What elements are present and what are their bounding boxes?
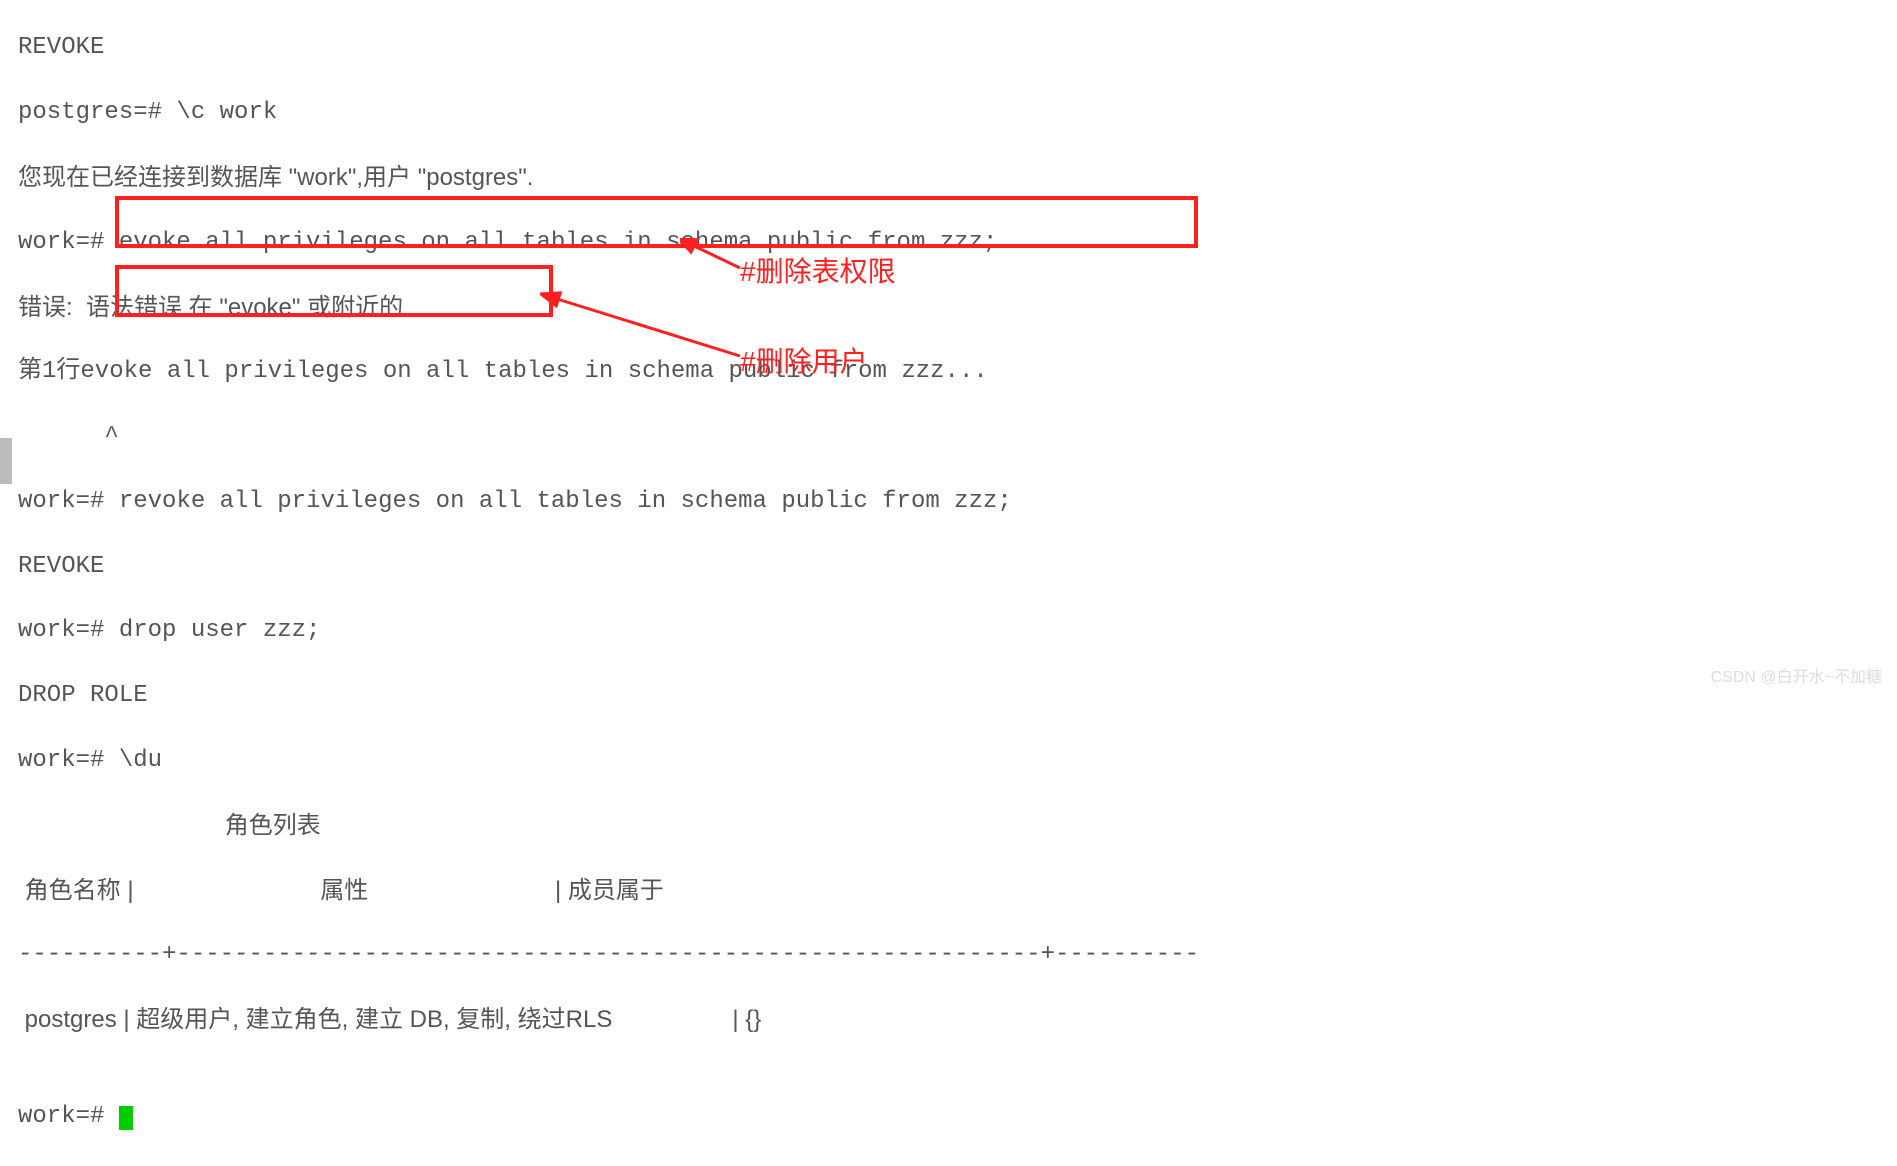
command-line: work=# drop user zzz; xyxy=(18,615,1879,647)
table-row: postgres | 超级用户, 建立角色, 建立 DB, 复制, 绕过RLS … xyxy=(18,1004,1879,1036)
table-title: 角色列表 xyxy=(18,810,1879,842)
cursor-icon xyxy=(119,1106,133,1130)
output-line: work=# \du xyxy=(18,745,1879,777)
prompt: work=# xyxy=(18,1103,119,1130)
annotation-drop-user: #删除用户 xyxy=(740,340,868,380)
command-line: work=# revoke all privileges on all tabl… xyxy=(18,486,1879,518)
table-header: 角色名称 | 属性 | 成员属于 xyxy=(18,875,1879,907)
drop-user-command: drop user zzz; xyxy=(119,617,321,644)
terminal-output: REVOKE postgres=# \c work 您现在已经连接到数据库 "w… xyxy=(0,0,1897,1166)
output-line: work=# evoke all privileges on all table… xyxy=(18,227,1879,259)
prompt: work=# xyxy=(18,488,119,515)
watermark: CSDN @白开水~不加糖 xyxy=(1711,663,1882,687)
output-line: DROP ROLE xyxy=(18,680,1879,712)
output-line: REVOKE xyxy=(18,551,1879,583)
output-line: 您现在已经连接到数据库 "work",用户 "postgres". xyxy=(18,162,1879,194)
table-separator: ----------+-----------------------------… xyxy=(18,939,1879,971)
side-tab xyxy=(0,438,12,484)
output-line: 错误: 语法错误 在 "evoke" 或附近的 xyxy=(18,292,1879,324)
revoke-command: revoke all privileges on all tables in s… xyxy=(119,488,1012,515)
output-line: 第1行evoke all privileges on all tables in… xyxy=(18,356,1879,388)
output-line: postgres=# \c work xyxy=(18,97,1879,129)
output-line: REVOKE xyxy=(18,32,1879,64)
annotation-revoke: #删除表权限 xyxy=(740,250,896,290)
prompt: work=# xyxy=(18,617,119,644)
output-line: ^ xyxy=(18,421,1879,453)
prompt-line[interactable]: work=# xyxy=(18,1101,1879,1133)
